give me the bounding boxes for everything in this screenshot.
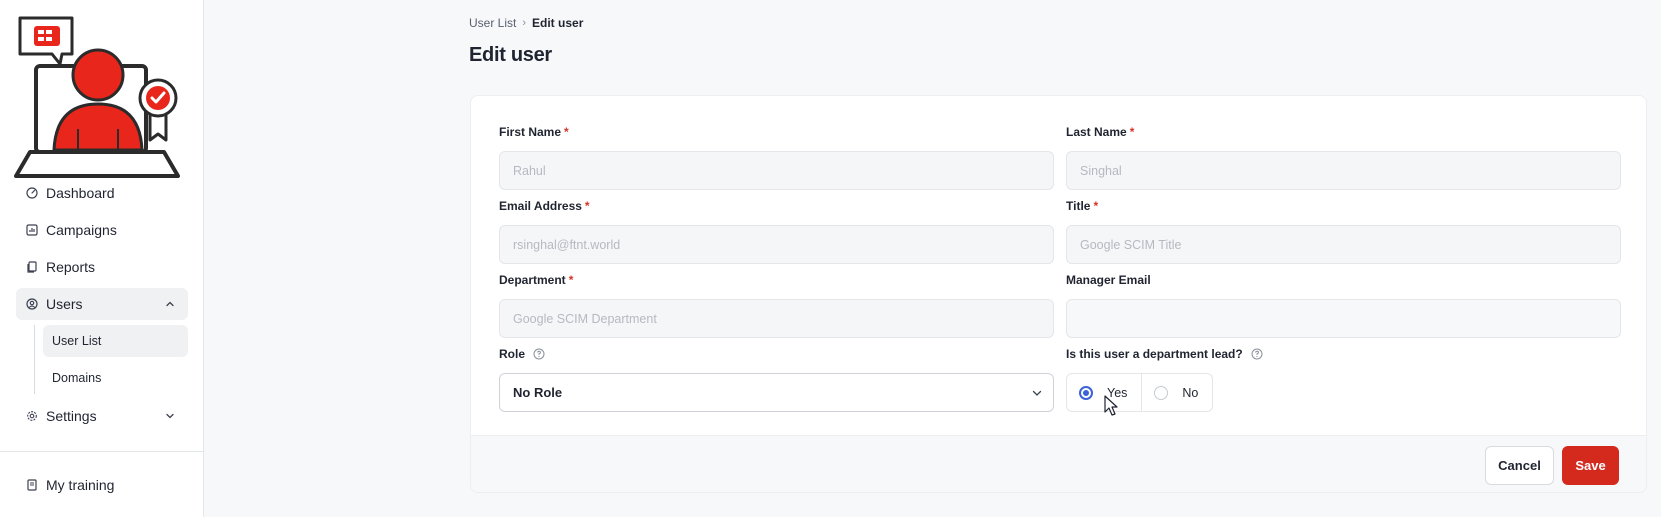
sidebar-item-label: Reports bbox=[46, 259, 96, 275]
role-field: Role No Role bbox=[499, 347, 1054, 412]
radio-label-yes: Yes bbox=[1107, 385, 1128, 400]
sidebar-bottom: My training bbox=[16, 469, 188, 506]
required-mark: * bbox=[584, 199, 590, 213]
users-submenu: User List Domains bbox=[34, 325, 188, 394]
sidebar-subitem-domains[interactable]: Domains bbox=[43, 362, 188, 394]
required-mark: * bbox=[564, 125, 569, 139]
manager-email-input[interactable] bbox=[1066, 299, 1621, 338]
sidebar: Dashboard Campaigns Reports Users User L… bbox=[0, 0, 204, 517]
role-select-value: No Role bbox=[513, 385, 563, 400]
role-select[interactable]: No Role bbox=[499, 373, 1054, 412]
edit-user-form: First Name * Rahul Last Name * Singhal Ema… bbox=[470, 95, 1647, 493]
first-name-label: First Name * bbox=[499, 125, 569, 139]
department-lead-field: Is this user a department lead? Yes No bbox=[1066, 347, 1621, 412]
book-icon bbox=[26, 479, 38, 491]
department-lead-label: Is this user a department lead? bbox=[1066, 347, 1621, 361]
radio-yes[interactable] bbox=[1079, 385, 1093, 400]
required-mark: * bbox=[568, 273, 574, 287]
department-field: Department * Google SCIM Department bbox=[499, 273, 1054, 338]
department-lead-radio-group: Yes No bbox=[1066, 373, 1214, 412]
sidebar-item-dashboard[interactable]: Dashboard bbox=[16, 177, 188, 209]
radio-label-no: No bbox=[1182, 385, 1199, 400]
save-button[interactable]: Save bbox=[1562, 446, 1619, 485]
gear-icon bbox=[26, 410, 38, 422]
page-title: Edit user bbox=[469, 44, 552, 66]
gauge-icon bbox=[26, 187, 38, 199]
sidebar-item-my-training[interactable]: My training bbox=[16, 469, 188, 501]
breadcrumb: User List › Edit user bbox=[469, 16, 583, 30]
title-field: Title * Google SCIM Title bbox=[1066, 199, 1621, 264]
chart-icon bbox=[26, 224, 38, 236]
manager-email-field: Manager Email bbox=[1066, 273, 1621, 338]
required-mark: * bbox=[1093, 199, 1099, 213]
breadcrumb-link-user-list[interactable]: User List bbox=[469, 16, 516, 30]
first-name-input[interactable]: Rahul bbox=[499, 151, 1054, 190]
sidebar-item-settings[interactable]: Settings bbox=[16, 400, 188, 432]
chevron-up-icon bbox=[166, 301, 174, 307]
last-name-label: Last Name * bbox=[1066, 125, 1135, 139]
logo-illustration bbox=[14, 14, 190, 180]
document-icon bbox=[26, 261, 38, 273]
cancel-button[interactable]: Cancel bbox=[1485, 446, 1554, 485]
sidebar-item-label: Settings bbox=[46, 408, 97, 424]
radio-option-no[interactable]: No bbox=[1141, 374, 1212, 411]
sidebar-item-users[interactable]: Users bbox=[16, 288, 188, 320]
sidebar-nav: Dashboard Campaigns Reports Users User L… bbox=[16, 177, 188, 437]
breadcrumb-current: Edit user bbox=[532, 16, 584, 30]
department-input[interactable]: Google SCIM Department bbox=[499, 299, 1054, 338]
first-name-field: First Name * Rahul bbox=[499, 125, 1054, 190]
form-footer bbox=[471, 435, 1646, 492]
chevron-down-icon bbox=[166, 413, 174, 419]
last-name-input[interactable]: Singhal bbox=[1066, 151, 1621, 190]
required-mark: * bbox=[1129, 125, 1135, 139]
title-label: Title * bbox=[1066, 199, 1099, 213]
sidebar-item-label: Dashboard bbox=[46, 185, 115, 201]
radio-option-yes[interactable]: Yes bbox=[1067, 374, 1141, 411]
sidebar-divider bbox=[0, 451, 204, 452]
sidebar-item-label: My training bbox=[46, 477, 115, 493]
role-label: Role bbox=[499, 347, 1054, 361]
email-input[interactable]: rsinghal@ftnt.world bbox=[499, 225, 1054, 264]
help-icon[interactable] bbox=[1251, 348, 1263, 360]
sidebar-item-campaigns[interactable]: Campaigns bbox=[16, 214, 188, 246]
email-field: Email Address * rsinghal@ftnt.world bbox=[499, 199, 1054, 264]
last-name-field: Last Name * Singhal bbox=[1066, 125, 1621, 190]
sidebar-item-label: Campaigns bbox=[46, 222, 117, 238]
sidebar-item-reports[interactable]: Reports bbox=[16, 251, 188, 283]
help-icon[interactable] bbox=[533, 348, 545, 360]
radio-no[interactable] bbox=[1154, 385, 1169, 400]
sidebar-subitem-user-list[interactable]: User List bbox=[43, 325, 188, 357]
sidebar-item-label: Users bbox=[46, 296, 83, 312]
department-label: Department * bbox=[499, 273, 574, 287]
user-circle-icon bbox=[26, 298, 38, 310]
title-input[interactable]: Google SCIM Title bbox=[1066, 225, 1621, 264]
chevron-down-icon bbox=[1032, 390, 1042, 396]
chevron-right-icon: › bbox=[522, 17, 527, 29]
email-label: Email Address * bbox=[499, 199, 590, 213]
manager-email-label: Manager Email bbox=[1066, 273, 1151, 287]
